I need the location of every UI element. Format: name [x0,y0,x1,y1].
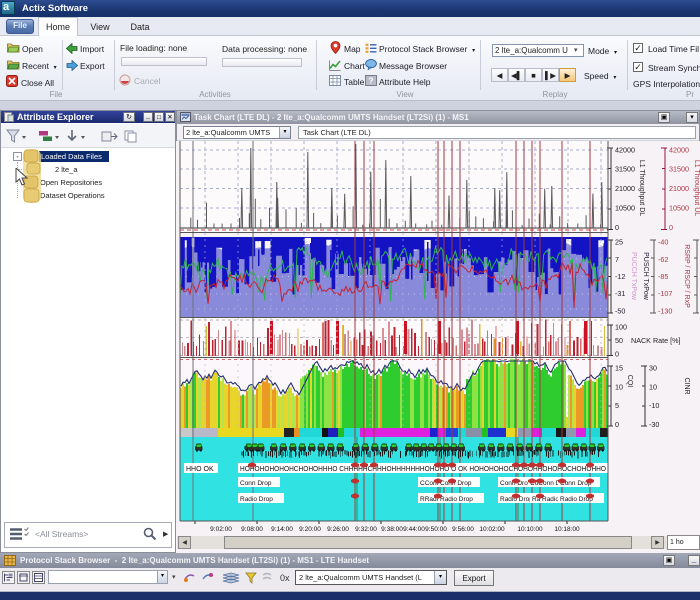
svg-text:42000: 42000 [669,146,689,155]
svg-text:9:38:00: 9:38:00 [381,526,403,533]
svg-text:9:20:00: 9:20:00 [299,526,321,533]
svg-text:9:44:00: 9:44:00 [403,526,425,533]
svg-text:Radio Drop: Radio Drop [440,496,473,503]
svg-text:9:08:00: 9:08:00 [241,526,263,533]
svg-text:10500: 10500 [669,204,689,213]
svg-text:10:18:00: 10:18:00 [554,526,580,533]
svg-text:5: 5 [615,401,619,410]
svg-text:HHO OK: HHO OK [186,466,214,473]
svg-text:L1 Throughput UL: L1 Throughput UL [693,160,700,216]
svg-text:9:50:00: 9:50:00 [425,526,447,533]
svg-text:-130: -130 [658,307,672,316]
svg-text:10:10:00: 10:10:00 [517,526,543,533]
svg-text:PUSCH TxPow: PUSCH TxPow [642,252,649,301]
svg-text:10:02:00: 10:02:00 [479,526,505,533]
svg-text:7: 7 [615,255,619,264]
svg-text:C: C [244,446,249,452]
svg-text:0: 0 [669,223,673,232]
svg-text:30: 30 [649,364,657,373]
svg-text:0: 0 [615,223,619,232]
svg-text:10: 10 [615,382,623,391]
svg-text:9:32:00: 9:32:00 [355,526,377,533]
svg-text:-10: -10 [649,401,659,410]
svg-text:NACK Rate [%]: NACK Rate [%] [631,336,681,345]
svg-text:RSRP / RSCP / RxP: RSRP / RSCP / RxP [683,244,690,308]
svg-text:100: 100 [615,323,627,332]
svg-text:0: 0 [615,420,619,429]
svg-text:31500: 31500 [669,165,689,174]
svg-text:21000: 21000 [615,184,635,193]
svg-text:50: 50 [615,336,623,345]
svg-text:9:26:00: 9:26:00 [327,526,349,533]
svg-text:15: 15 [615,364,623,373]
svg-text:25: 25 [615,238,623,247]
svg-text:-31: -31 [615,289,625,298]
svg-text:10: 10 [649,382,657,391]
svg-text:L1 Throughput DL: L1 Throughput DL [638,160,645,216]
svg-text:?: ? [368,76,373,86]
svg-text:-40: -40 [658,238,668,247]
svg-text:10500: 10500 [615,204,635,213]
svg-text:Conn Drop: Conn Drop [240,480,272,487]
svg-text:9:02:00: 9:02:00 [210,526,232,533]
svg-text:42000: 42000 [615,146,635,155]
svg-text:CINR: CINR [683,377,690,394]
svg-text:9:56:00: 9:56:00 [452,526,474,533]
svg-text:0x: 0x [280,573,290,583]
svg-text:-12: -12 [615,272,625,281]
svg-text:-30: -30 [649,420,659,429]
svg-text:Radio Drop: Radio Drop [240,496,273,503]
svg-text:21000: 21000 [669,184,689,193]
svg-text:0: 0 [615,350,619,359]
svg-text:9:14:00: 9:14:00 [271,526,293,533]
svg-text:-107: -107 [658,289,672,298]
svg-text:31500: 31500 [615,165,635,174]
svg-text:-85: -85 [658,272,668,281]
svg-text:CQI: CQI [626,375,633,388]
svg-text:-50: -50 [615,307,625,316]
svg-text:HOHOHOHOHOHCHOHOHHHO CHHHHHCHH: HOHOHOHOHOHCHOHOHHHO CHHHHHCHHHOHHHHHHHO… [240,466,607,473]
svg-text:-62: -62 [658,255,668,264]
svg-text:PUCCH TxPow: PUCCH TxPow [630,252,637,301]
